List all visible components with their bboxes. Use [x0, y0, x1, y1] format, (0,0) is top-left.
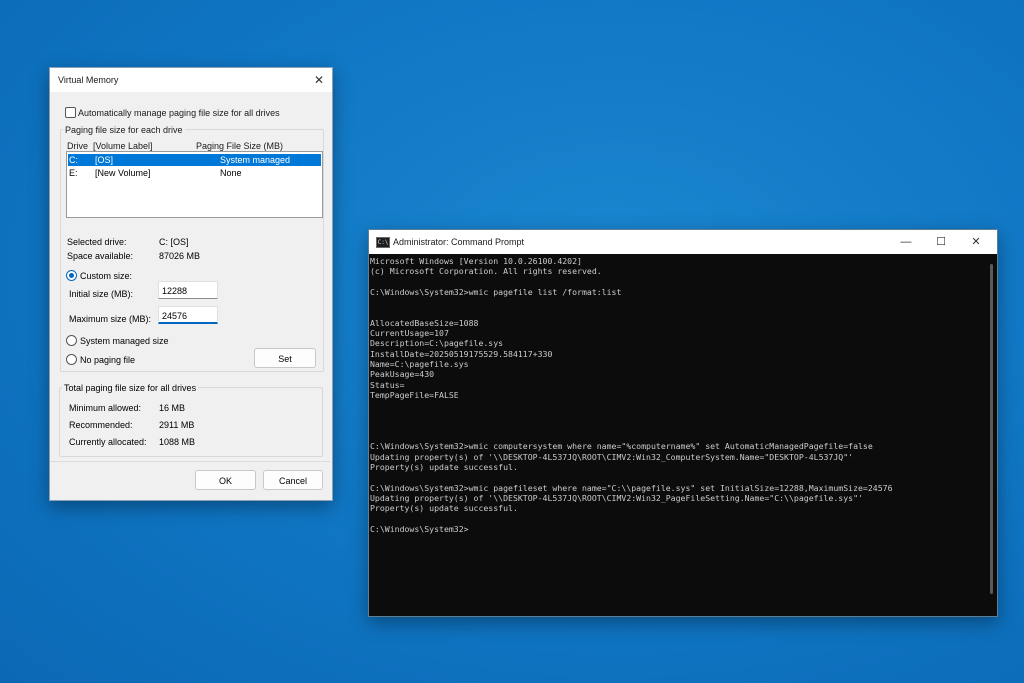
dialog-titlebar: Virtual Memory ✕ [50, 68, 332, 92]
system-managed-label: System managed size [80, 336, 169, 346]
scrollbar-thumb[interactable] [990, 264, 993, 594]
console-line: Status= [370, 379, 405, 390]
console-scrollbar[interactable] [984, 254, 997, 616]
ok-button[interactable]: OK [195, 470, 256, 490]
space-available-value: 87026 MB [159, 251, 201, 261]
auto-manage-label: Automatically manage paging file size fo… [78, 108, 280, 118]
max-size-label: Maximum size (MB): [69, 314, 152, 324]
drive-list[interactable]: C: [OS] System managed E: [New Volume] N… [66, 151, 323, 218]
drive-letter: E: [69, 168, 78, 178]
custom-size-radio[interactable] [66, 270, 77, 281]
footer-divider [50, 461, 330, 462]
cmd-icon: C:\ [376, 237, 390, 248]
min-allowed-label: Minimum allowed: [69, 403, 142, 413]
console-line: Updating property(s) of '\\DESKTOP-4L537… [370, 451, 854, 462]
drive-row-c[interactable]: C: [OS] System managed [68, 154, 321, 166]
initial-size-input[interactable]: 12288 [158, 281, 218, 299]
system-managed-radio[interactable] [66, 335, 77, 346]
col-volume-header: [Volume Label] [93, 141, 153, 151]
console-line: C:\Windows\System32>wmic pagefile list /… [370, 286, 622, 297]
console-line: C:\Windows\System32>wmic computersystem … [370, 441, 873, 452]
drive-size: None [220, 168, 242, 178]
col-drive-header: Drive [67, 141, 89, 151]
cmd-titlebar: C:\ Administrator: Command Prompt — ☐ ✕ [369, 230, 997, 254]
command-prompt-window: C:\ Administrator: Command Prompt — ☐ ✕ … [368, 229, 998, 617]
no-paging-radio[interactable] [66, 354, 77, 365]
space-available-label: Space available: [67, 251, 134, 261]
totals-group-label: Total paging file size for all drives [62, 383, 199, 393]
drive-size: System managed [220, 155, 291, 165]
no-paging-label: No paging file [80, 355, 136, 365]
console-line: AllocatedBaseSize=1088 [370, 317, 479, 328]
allocated-label: Currently allocated: [69, 437, 147, 447]
auto-manage-checkbox[interactable] [65, 107, 76, 118]
initial-size-label: Initial size (MB): [69, 289, 134, 299]
set-button[interactable]: Set [254, 348, 316, 368]
selected-drive-label: Selected drive: [67, 237, 127, 247]
recommended-label: Recommended: [69, 420, 133, 430]
console-line: InstallDate=20250519175529.584117+330 [370, 348, 553, 359]
console-line: Description=C:\pagefile.sys [370, 338, 504, 349]
selected-drive-value: C: [OS] [159, 237, 189, 247]
recommended-value: 2911 MB [159, 420, 195, 430]
drive-letter: C: [69, 155, 78, 165]
max-size-input[interactable]: 24576 [158, 306, 218, 324]
drive-label: [New Volume] [95, 168, 151, 178]
console-output[interactable]: Microsoft Windows [Version 10.0.26100.42… [370, 254, 984, 616]
close-icon[interactable]: ✕ [310, 71, 328, 89]
cancel-button[interactable]: Cancel [263, 470, 323, 490]
drive-label: [OS] [95, 155, 114, 165]
console-line: PeakUsage=430 [370, 369, 435, 380]
console-line: Updating property(s) of '\\DESKTOP-4L537… [370, 492, 863, 503]
cmd-title: Administrator: Command Prompt [393, 237, 525, 247]
drive-row-e[interactable]: E: [New Volume] None [68, 167, 321, 179]
per-drive-group-label: Paging file size for each drive [63, 125, 185, 135]
close-icon[interactable]: ✕ [963, 233, 989, 251]
maximize-icon[interactable]: ☐ [928, 233, 954, 251]
console-line: Property(s) update successful. [370, 461, 518, 472]
console-line: TempPageFile=FALSE [370, 389, 459, 400]
console-line: Property(s) update successful. [370, 503, 518, 514]
minimize-icon[interactable]: — [893, 233, 919, 251]
min-allowed-value: 16 MB [159, 403, 186, 413]
dialog-title: Virtual Memory [58, 75, 119, 85]
allocated-value: 1088 MB [159, 437, 196, 447]
console-line: Microsoft Windows [Version 10.0.26100.42… [370, 256, 582, 266]
console-line: C:\Windows\System32> [370, 523, 469, 534]
console-line: Name=C:\pagefile.sys [370, 358, 469, 369]
console-line: C:\Windows\System32>wmic pagefileset whe… [370, 482, 893, 493]
console-line: CurrentUsage=107 [370, 328, 449, 339]
col-size-header: Paging File Size (MB) [196, 141, 284, 151]
console-line: (c) Microsoft Corporation. All rights re… [370, 266, 602, 277]
custom-size-label: Custom size: [80, 271, 133, 281]
